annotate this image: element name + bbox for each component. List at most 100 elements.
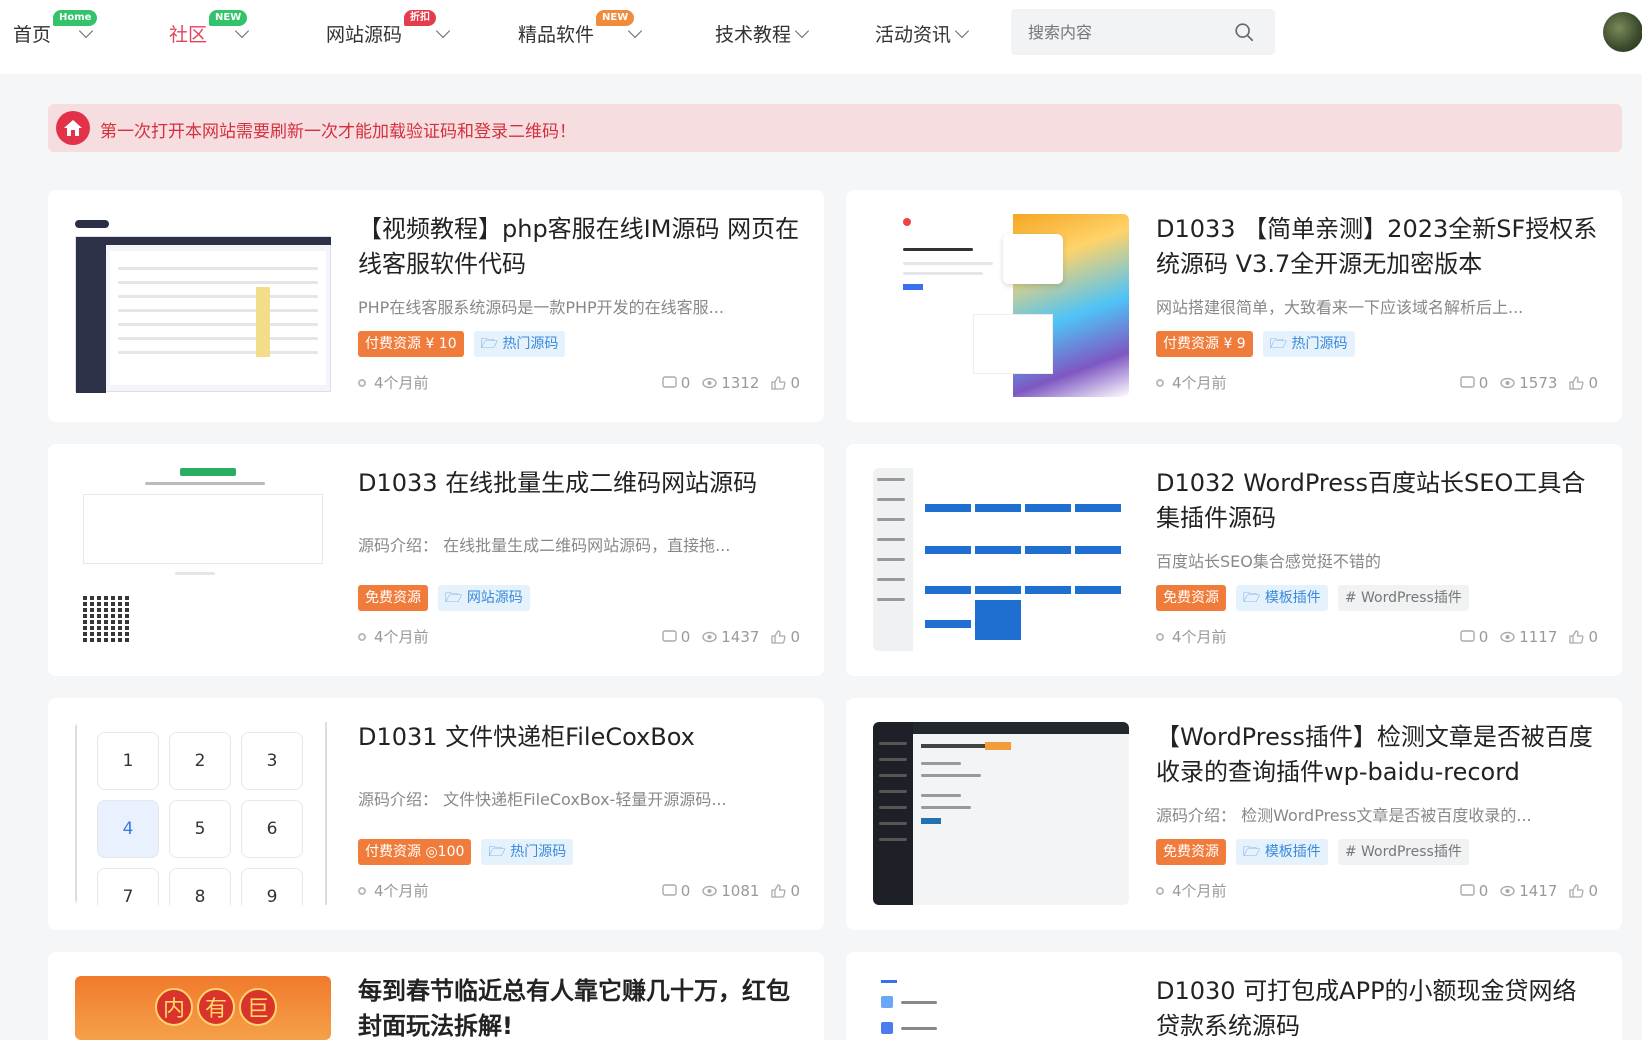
post-title[interactable]: D1032 WordPress百度站长SEO工具合集插件源码 xyxy=(1156,466,1598,536)
category-tag[interactable]: 🗁 网站源码 xyxy=(438,585,530,611)
category-tag[interactable]: 🗁 热门源码 xyxy=(1262,331,1355,357)
post-thumbnail[interactable] xyxy=(75,468,331,651)
keyword-tag[interactable]: # WordPress插件 xyxy=(1337,585,1469,611)
keyword-tag[interactable]: # WordPress插件 xyxy=(1337,839,1469,865)
post-title[interactable]: 【WordPress插件】检测文章是否被百度收录的查询插件wp-baidu-re… xyxy=(1156,720,1598,790)
comment-icon xyxy=(662,375,677,388)
post-thumbnail[interactable]: 1 2 3 4 5 6 7 8 9 xyxy=(75,722,331,905)
post-title[interactable]: D1033 【简单亲测】2023全新SF授权系统源码 V3.7全开源无加密版本 xyxy=(1156,212,1598,282)
thumbs-up-icon xyxy=(771,883,786,898)
post-card[interactable]: D1030 可打包成APP的小额现金贷网络贷款系统源码 xyxy=(846,952,1622,1040)
post-time: 4个月前 xyxy=(1172,882,1227,900)
category-label: 热门源码 xyxy=(1291,336,1348,352)
search-box xyxy=(1011,9,1275,55)
price-tag[interactable]: 免费资源 xyxy=(1156,585,1226,611)
like-count: 0 xyxy=(790,881,800,900)
category-tag[interactable]: 🗁 热门源码 xyxy=(481,839,574,865)
post-card[interactable]: D1033 在线批量生成二维码网站源码 源码介绍： 在线批量生成二维码网站源码，… xyxy=(48,444,824,676)
post-card[interactable]: D1033 【简单亲测】2023全新SF授权系统源码 V3.7全开源无加密版本 … xyxy=(846,190,1622,422)
post-title[interactable]: 每到春节临近总有人靠它赚几十万，红包封面玩法拆解! xyxy=(358,974,800,1040)
like-count: 0 xyxy=(1588,373,1598,392)
category-label: 热门源码 xyxy=(510,844,567,860)
thumbs-up-icon xyxy=(771,629,786,644)
post-time: 4个月前 xyxy=(374,882,429,900)
numpad-key: 8 xyxy=(169,868,231,905)
nav-item-home[interactable]: 首页 Home xyxy=(13,10,98,47)
category-label: 模板插件 xyxy=(1264,844,1321,860)
clock-icon xyxy=(1156,632,1164,641)
nav-item-site-source[interactable]: 网站源码 折扣 xyxy=(326,10,451,47)
category-tag[interactable]: 🗁 热门源码 xyxy=(473,331,566,357)
price-tag[interactable]: 免费资源 xyxy=(1156,839,1226,865)
category-tag[interactable]: 🗁 模板插件 xyxy=(1236,839,1328,865)
view-count: 1437 xyxy=(721,627,760,646)
post-title[interactable]: 【视频教程】php客服在线IM源码 网页在线客服软件代码 xyxy=(358,212,800,282)
search-icon[interactable] xyxy=(1233,21,1255,43)
chevron-down-icon xyxy=(954,23,970,38)
like-count: 0 xyxy=(790,373,800,392)
folder-icon: 🗁 xyxy=(1243,590,1265,606)
post-thumbnail[interactable] xyxy=(873,976,1129,1040)
numpad-key: 1 xyxy=(97,732,159,790)
like-count: 0 xyxy=(1588,881,1598,900)
post-thumbnail[interactable] xyxy=(873,214,1129,397)
post-thumbnail[interactable]: 内 有 巨 xyxy=(75,976,331,1040)
folder-icon: 🗁 xyxy=(1269,336,1292,352)
comment-count: 0 xyxy=(680,627,691,646)
clock-icon xyxy=(358,378,366,387)
post-card[interactable]: 【视频教程】php客服在线IM源码 网页在线客服软件代码 PHP在线客服系统源码… xyxy=(48,190,824,422)
post-time: 4个月前 xyxy=(374,628,429,646)
nav-item-events[interactable]: 活动资讯 xyxy=(875,20,970,47)
post-thumbnail[interactable] xyxy=(75,214,331,397)
post-title[interactable]: D1033 在线批量生成二维码网站源码 xyxy=(358,466,800,501)
view-count: 1081 xyxy=(721,881,760,900)
hongbao-char: 巨 xyxy=(239,988,277,1026)
nav-item-community[interactable]: 社区 NEW xyxy=(169,10,250,47)
eye-icon xyxy=(1500,631,1515,642)
category-label: 网站源码 xyxy=(466,590,523,606)
post-thumbnail[interactable] xyxy=(873,468,1129,651)
numpad-key: 9 xyxy=(241,868,303,905)
chevron-down-icon xyxy=(627,23,643,38)
post-title[interactable]: D1030 可打包成APP的小额现金贷网络贷款系统源码 xyxy=(1156,974,1598,1040)
clock-icon xyxy=(358,632,366,641)
post-card[interactable]: 【WordPress插件】检测文章是否被百度收录的查询插件wp-baidu-re… xyxy=(846,698,1622,930)
nav-item-software[interactable]: 精品软件 NEW xyxy=(518,10,643,47)
comment-icon xyxy=(1460,629,1475,642)
post-card[interactable]: D1032 WordPress百度站长SEO工具合集插件源码 百度站长SEO集合… xyxy=(846,444,1622,676)
eye-icon xyxy=(702,377,717,388)
eye-icon xyxy=(702,631,717,642)
post-title[interactable]: D1031 文件快递柜FileCoxBox xyxy=(358,720,800,755)
avatar[interactable] xyxy=(1603,12,1642,52)
price-tag[interactable]: 付费资源 ◎100 xyxy=(358,839,472,865)
thumbs-up-icon xyxy=(771,375,786,390)
nav-item-tutorials[interactable]: 技术教程 xyxy=(715,20,810,47)
view-count: 1417 xyxy=(1519,881,1558,900)
nav-label: 网站源码 xyxy=(326,24,403,46)
post-time: 4个月前 xyxy=(1172,628,1227,646)
comment-count: 0 xyxy=(1478,373,1489,392)
price-tag[interactable]: 免费资源 xyxy=(358,585,428,611)
numpad-key: 2 xyxy=(169,732,231,790)
nav-label: 精品软件 xyxy=(518,24,595,46)
post-excerpt: 网站搭建很简单，大致看来一下应该域名解析后上... xyxy=(1156,298,1524,317)
post-card[interactable]: 1 2 3 4 5 6 7 8 9 D1031 文件快递柜FileCoxBox … xyxy=(48,698,824,930)
post-card[interactable]: 内 有 巨 每到春节临近总有人靠它赚几十万，红包封面玩法拆解! xyxy=(48,952,824,1040)
price-tag[interactable]: 付费资源 ¥ 10 xyxy=(358,331,464,357)
comment-icon xyxy=(662,629,677,642)
category-tag[interactable]: 🗁 模板插件 xyxy=(1236,585,1328,611)
numpad-key: 4 xyxy=(97,800,159,858)
comment-count: 0 xyxy=(680,881,691,900)
notice-bar: 第一次打开本网站需要刷新一次才能加载验证码和登录二维码！ xyxy=(48,104,1622,152)
folder-icon: 🗁 xyxy=(1243,844,1265,860)
view-count: 1573 xyxy=(1519,373,1558,392)
clock-icon xyxy=(1156,378,1164,387)
post-thumbnail[interactable] xyxy=(873,722,1129,905)
view-count: 1117 xyxy=(1519,627,1558,646)
folder-icon: 🗁 xyxy=(488,844,511,860)
comment-icon xyxy=(662,883,677,896)
search-input[interactable] xyxy=(1028,22,1228,42)
top-navbar: 首页 Home 社区 NEW 网站源码 折扣 精品软件 NEW 技术教程 活动资… xyxy=(0,0,1642,74)
notice-text: 第一次打开本网站需要刷新一次才能加载验证码和登录二维码！ xyxy=(100,122,576,142)
price-tag[interactable]: 付费资源 ¥ 9 xyxy=(1156,331,1253,357)
